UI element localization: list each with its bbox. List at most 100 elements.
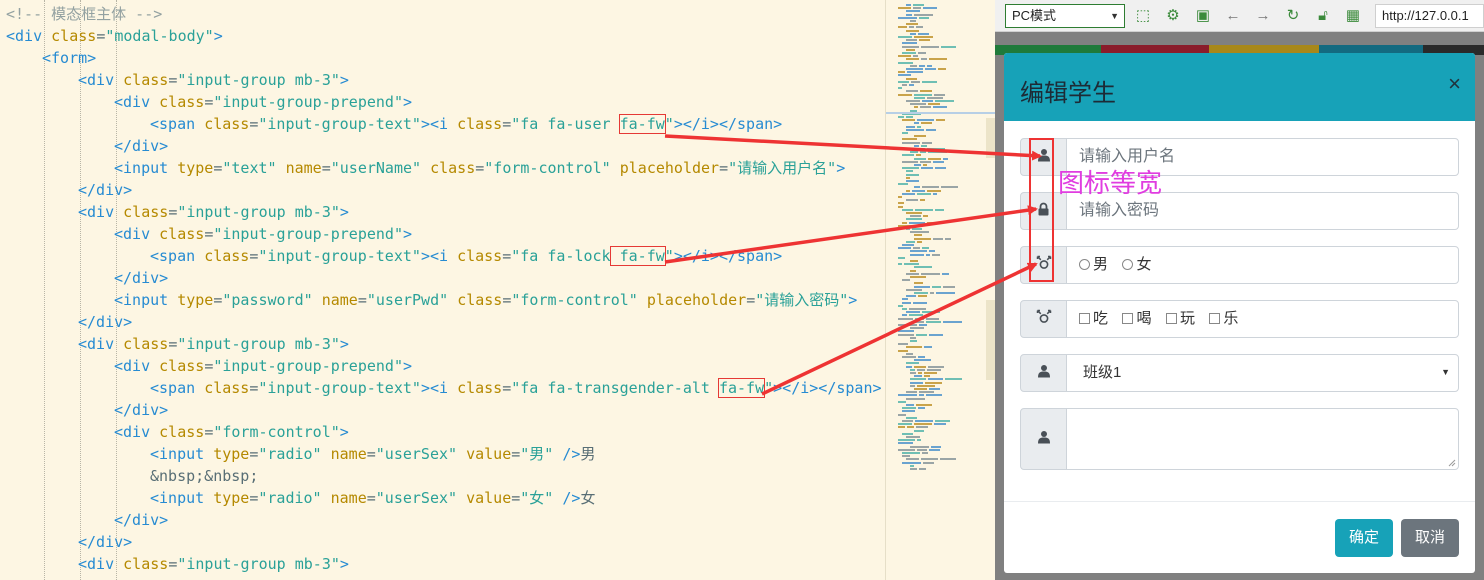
forward-arrow-icon[interactable]: → (1253, 6, 1273, 26)
code-line[interactable]: </div> (114, 509, 168, 531)
mode-select[interactable]: PC模式 ▼ (1005, 4, 1125, 28)
code-line[interactable]: </div> (78, 531, 132, 553)
hobby-option-play[interactable]: 玩 (1165, 301, 1195, 337)
sex-radio-control: 男 女 (1066, 246, 1459, 284)
minimap-line (923, 164, 927, 166)
sex-option-female[interactable]: 女 (1122, 247, 1151, 283)
code-token: = (168, 335, 178, 353)
hobby-option-fun[interactable]: 乐 (1209, 301, 1238, 337)
lock-icon[interactable]: 🔓︎ (1313, 6, 1333, 26)
code-line[interactable]: <div class="input-group mb-3"> (78, 69, 349, 91)
minimap-line (920, 151, 926, 154)
code-line[interactable]: </div> (114, 135, 168, 157)
code-line[interactable]: <span class="input-group-text"><i class=… (150, 113, 782, 135)
minimap-line (902, 432, 913, 435)
minimap-line (943, 285, 955, 288)
code-token: &nbsp;&nbsp; (150, 467, 259, 485)
code-token: = (96, 27, 106, 45)
code-line[interactable]: <span class="input-group-text"><i class=… (150, 377, 882, 399)
settings-icon[interactable]: ⚙ (1163, 6, 1183, 26)
code-line[interactable]: <div class="input-group mb-3"> (78, 201, 349, 223)
minimap-line (917, 125, 921, 128)
minimap-line (898, 80, 909, 83)
resize-handle-icon[interactable] (1448, 459, 1456, 467)
code-line[interactable]: <input type="radio" name="userSex" value… (150, 487, 595, 509)
code-line[interactable]: <div class="modal-body"> (6, 25, 223, 47)
code-token: class (204, 379, 250, 397)
code-line[interactable]: </div> (78, 179, 132, 201)
radio-male[interactable] (1079, 259, 1090, 270)
minimap-line (906, 39, 917, 42)
minimap-line (910, 372, 916, 374)
minimap-line (906, 346, 922, 349)
code-editor[interactable]: <!-- 模态框主体 --> <div class="modal-body"> <f… (0, 0, 885, 580)
code-line[interactable]: <div class="form-control"> (114, 421, 349, 443)
code-line[interactable]: <div class="input-group-prepend"> (114, 355, 412, 377)
minimap-line (925, 381, 942, 384)
code-line[interactable]: <input type="text" name="userName" class… (114, 157, 845, 179)
code-line[interactable]: <div class="input-group mb-3"> (78, 553, 349, 575)
class-select[interactable]: 班级1 ▼ (1066, 354, 1459, 392)
minimap-line (906, 352, 913, 355)
code-token: > (213, 27, 223, 45)
minimap-line (898, 394, 917, 397)
minimap-line (914, 96, 925, 99)
code-token: > (403, 93, 413, 111)
minimap-line (902, 461, 921, 464)
code-token: class (159, 225, 205, 243)
refresh-icon[interactable]: ↻ (1283, 6, 1303, 26)
code-token: <span (150, 379, 205, 397)
indent-guide (44, 0, 45, 580)
checkbox-drink[interactable] (1122, 313, 1134, 324)
code-line[interactable]: </div> (114, 399, 168, 421)
minimap-line (910, 464, 914, 467)
minimap-line (919, 394, 924, 397)
hobby-option-drink[interactable]: 喝 (1122, 301, 1151, 337)
code-line[interactable]: <span class="input-group-text"><i class=… (150, 245, 782, 267)
url-bar[interactable]: http://127.0.0.1 (1375, 4, 1484, 28)
radio-female[interactable] (1122, 259, 1134, 270)
minimap-line (914, 135, 926, 138)
minimap-line (898, 423, 912, 426)
code-minimap[interactable] (885, 0, 995, 580)
minimap-line (906, 125, 915, 128)
minimap-line (915, 208, 933, 211)
minimap-line (902, 452, 920, 454)
minimap-line (923, 7, 937, 10)
code-token: class (457, 247, 503, 265)
sex-option-male[interactable]: 男 (1079, 247, 1108, 283)
remark-textarea[interactable] (1066, 408, 1459, 470)
confirm-button[interactable]: 确定 (1335, 519, 1393, 557)
close-icon[interactable]: × (1448, 71, 1461, 97)
back-arrow-icon[interactable]: ← (1223, 6, 1243, 26)
checkbox-fun[interactable] (1209, 313, 1221, 324)
code-token: class (204, 115, 250, 133)
checkbox-eat[interactable] (1079, 313, 1090, 324)
restore-window-icon[interactable]: ⬚ (1133, 6, 1153, 26)
minimap-line (914, 423, 932, 426)
code-line[interactable]: <input type="radio" name="userSex" value… (150, 443, 595, 465)
code-line[interactable]: </div> (78, 311, 132, 333)
minimap-line (922, 452, 928, 454)
code-line[interactable]: <div class="input-group-prepend"> (114, 223, 412, 245)
minimap-line (906, 240, 915, 243)
console-icon[interactable]: ▣ (1193, 6, 1213, 26)
code-token: <span (150, 247, 205, 265)
code-token: = (168, 71, 178, 89)
code-line[interactable]: <!-- 模态框主体 --> (6, 3, 162, 25)
code-token: = (321, 159, 331, 177)
code-line[interactable]: <form> (42, 47, 96, 69)
code-line[interactable]: <input type="password" name="userPwd" cl… (114, 289, 857, 311)
code-line[interactable]: </div> (114, 267, 168, 289)
code-line[interactable]: <div class="input-group mb-3"> (78, 333, 349, 355)
code-line[interactable]: <div class="input-group-prepend"> (114, 91, 412, 113)
minimap-line (898, 413, 906, 416)
minimap-line (916, 154, 921, 157)
cancel-button[interactable]: 取消 (1401, 519, 1459, 557)
checkbox-play[interactable] (1165, 313, 1177, 324)
code-token: name (285, 159, 322, 177)
qrcode-icon[interactable]: ▦ (1343, 6, 1363, 26)
minimap-line (898, 205, 903, 208)
hobby-option-eat[interactable]: 吃 (1079, 301, 1108, 337)
code-line[interactable]: &nbsp;&nbsp; (150, 465, 258, 487)
